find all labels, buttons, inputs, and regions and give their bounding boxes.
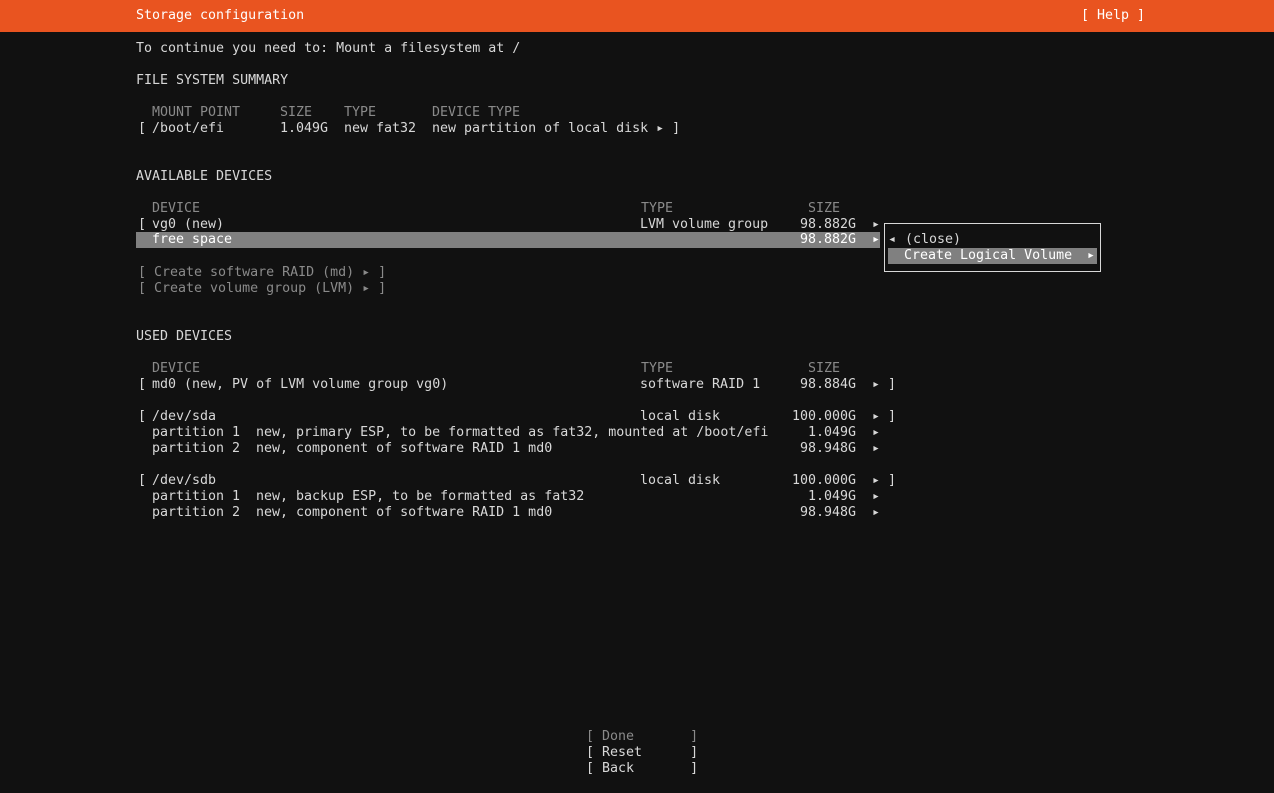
- chevron-left-icon: ◂: [888, 232, 897, 247]
- partition-size: 1.049G: [808, 425, 857, 440]
- device-type: local disk: [640, 409, 721, 424]
- popup-close-label: (close): [905, 232, 962, 247]
- reset-button[interactable]: [ Reset ]: [586, 745, 698, 761]
- col-device: DEVICE: [152, 361, 201, 376]
- device-size: 100.000G: [792, 473, 857, 488]
- instruction-text: To continue you need to: Mount a filesys…: [136, 41, 521, 56]
- partition-name: partition 2: [152, 505, 241, 520]
- col-type: TYPE: [344, 105, 377, 120]
- row-open-bracket: [: [138, 473, 147, 488]
- fs-device-type: new partition of local disk ▸ ]: [432, 121, 681, 136]
- fs-summary-heading: FILE SYSTEM SUMMARY: [136, 73, 289, 88]
- popup-create-lv-label: Create Logical Volume: [904, 248, 1073, 263]
- col-size: SIZE: [808, 201, 841, 216]
- device-row-free-space[interactable]: free space 98.882G ▸: [136, 232, 880, 248]
- row-menu-arrow-icon[interactable]: ▸: [872, 425, 880, 441]
- partition-size: 98.948G: [800, 505, 857, 520]
- partition-desc: new, backup ESP, to be formatted as fat3…: [256, 489, 585, 504]
- device-name: /dev/sdb: [152, 473, 217, 488]
- device-name: free space: [152, 232, 233, 247]
- col-size: SIZE: [808, 361, 841, 376]
- fs-size: 1.049G: [280, 121, 329, 136]
- row-menu-arrow-icon[interactable]: ▸: [872, 489, 880, 505]
- header-bar: Storage configuration [ Help ]: [0, 0, 1274, 32]
- done-button[interactable]: [ Done ]: [586, 729, 698, 745]
- device-size: 98.884G: [800, 377, 857, 392]
- row-open-bracket: [: [138, 217, 147, 232]
- popup-create-logical-volume-item[interactable]: Create Logical Volume ▸: [888, 248, 1097, 264]
- row-open-bracket: [: [138, 409, 147, 424]
- available-devices-heading: AVAILABLE DEVICES: [136, 169, 273, 184]
- col-mount-point: MOUNT POINT: [152, 105, 241, 120]
- row-menu-arrow-icon[interactable]: ▸: [872, 217, 880, 233]
- create-volume-group-button[interactable]: [ Create volume group (LVM) ▸ ]: [138, 281, 386, 297]
- partition-size: 98.948G: [800, 441, 857, 456]
- row-open-bracket: [: [138, 121, 147, 136]
- partition-name: partition 1: [152, 489, 241, 504]
- row-menu-arrow-icon[interactable]: ▸: [872, 505, 880, 521]
- device-size: 98.882G: [800, 232, 857, 247]
- device-size: 98.882G: [800, 217, 857, 232]
- col-size: SIZE: [280, 105, 313, 120]
- col-type: TYPE: [641, 201, 674, 216]
- fs-mount-point: /boot/efi: [152, 121, 225, 136]
- row-menu-arrow-icon[interactable]: ▸: [872, 232, 880, 248]
- device-type: LVM volume group: [640, 217, 769, 232]
- col-type: TYPE: [641, 361, 674, 376]
- row-menu-arrow-icon[interactable]: ▸ ]: [872, 409, 896, 425]
- partition-name: partition 2: [152, 441, 241, 456]
- partition-desc: new, component of software RAID 1 md0: [256, 441, 553, 456]
- row-menu-arrow-icon[interactable]: ▸ ]: [872, 377, 896, 393]
- used-devices-heading: USED DEVICES: [136, 329, 233, 344]
- row-menu-arrow-icon[interactable]: ▸: [872, 441, 880, 457]
- fs-type: new fat32: [344, 121, 417, 136]
- back-button[interactable]: [ Back ]: [586, 761, 698, 777]
- device-name: md0 (new, PV of LVM volume group vg0): [152, 377, 449, 392]
- device-size: 100.000G: [792, 409, 857, 424]
- help-button[interactable]: [ Help ]: [1081, 8, 1145, 24]
- chevron-right-icon: ▸: [1087, 248, 1096, 263]
- device-name: /dev/sda: [152, 409, 217, 424]
- action-popup-menu: ◂ (close) Create Logical Volume ▸: [884, 223, 1101, 272]
- col-device: DEVICE: [152, 201, 201, 216]
- col-device-type: DEVICE TYPE: [432, 105, 521, 120]
- device-type: local disk: [640, 473, 721, 488]
- partition-size: 1.049G: [808, 489, 857, 504]
- row-open-bracket: [: [138, 377, 147, 392]
- device-type: software RAID 1: [640, 377, 761, 392]
- partition-desc: new, primary ESP, to be formatted as fat…: [256, 425, 769, 440]
- partition-desc: new, component of software RAID 1 md0: [256, 505, 553, 520]
- device-name: vg0 (new): [152, 217, 225, 232]
- row-menu-arrow-icon[interactable]: ▸ ]: [872, 473, 896, 489]
- create-raid-button[interactable]: [ Create software RAID (md) ▸ ]: [138, 265, 386, 281]
- partition-name: partition 1: [152, 425, 241, 440]
- page-title: Storage configuration: [136, 8, 305, 23]
